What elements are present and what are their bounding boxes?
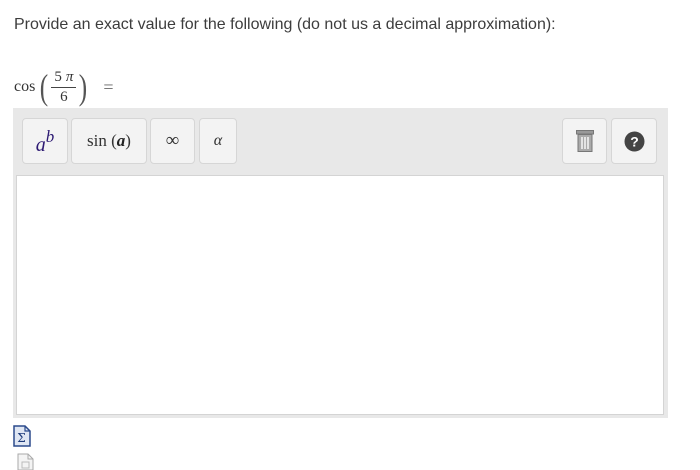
help-label: ? — [630, 133, 639, 149]
alpha-icon: α — [213, 132, 223, 149]
pi-symbol: π — [65, 68, 74, 85]
answer-input-area[interactable] — [16, 175, 664, 415]
formula-document-icon[interactable]: Σ — [13, 425, 31, 447]
question-icon: ? — [624, 131, 644, 151]
math-editor: ab sin (a) ∞ α ? — [13, 108, 668, 418]
help-button[interactable]: ? — [611, 118, 657, 164]
infinity-button[interactable]: ∞ — [150, 118, 195, 164]
function-icon: sin (a) — [87, 131, 131, 151]
exponent-icon: ab — [35, 127, 55, 157]
trash-icon — [575, 130, 594, 152]
cos-function-label: cos — [14, 78, 36, 95]
left-paren: ( — [40, 67, 49, 107]
numerator-value: 5 — [54, 68, 62, 85]
function-button[interactable]: sin (a) — [71, 118, 147, 164]
fraction-denominator: 6 — [60, 88, 68, 105]
function-close-paren: ) — [125, 131, 131, 150]
exponent-base: a — [35, 133, 46, 156]
blank-document-icon[interactable] — [17, 453, 34, 470]
function-name: sin — [87, 131, 107, 150]
greek-letters-button[interactable]: α — [199, 118, 237, 164]
equals-sign: = — [103, 76, 114, 97]
fraction: 5π 6 — [51, 68, 77, 106]
svg-text:Σ: Σ — [17, 431, 25, 445]
exponent-button[interactable]: ab — [22, 118, 68, 164]
fraction-numerator: 5π — [51, 68, 77, 88]
math-expression: cos ( 5π 6 ) = — [14, 66, 114, 108]
editor-toolbar: ab sin (a) ∞ α ? — [13, 108, 668, 174]
right-paren: ) — [79, 67, 88, 107]
exponent-power: b — [45, 126, 55, 146]
infinity-icon: ∞ — [165, 130, 180, 151]
clear-button[interactable] — [562, 118, 607, 164]
question-prompt: Provide an exact value for the following… — [14, 16, 556, 33]
